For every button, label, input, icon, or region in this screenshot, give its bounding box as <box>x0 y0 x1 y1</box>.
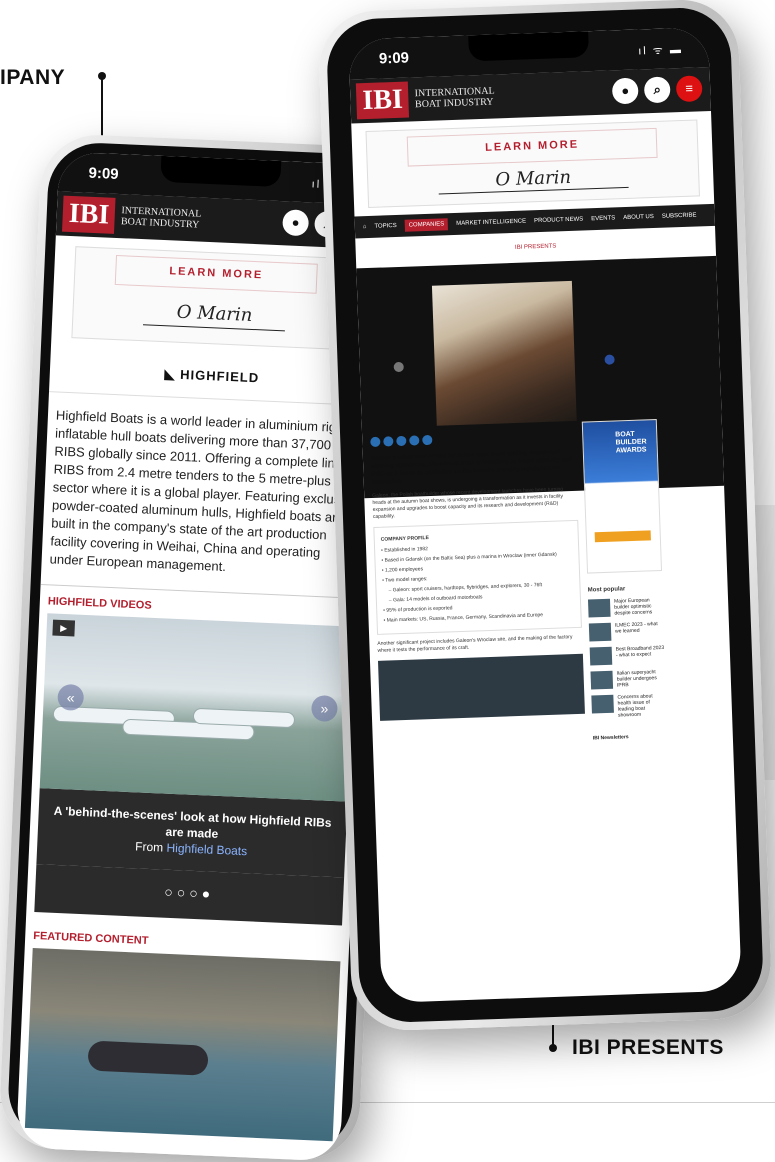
share-icons <box>370 430 575 448</box>
ibi-logo[interactable]: IBI <box>355 81 410 120</box>
nav-item-events[interactable]: EVENTS <box>591 215 615 222</box>
newsletter-label[interactable]: IBI Newsletters <box>593 733 668 741</box>
ibi-name-line2: BOAT INDUSTRY <box>120 216 200 231</box>
company-description: Highfield Boats is a world leader in alu… <box>40 392 373 600</box>
ibi-name: INTERNATIONAL BOAT INDUSTRY <box>121 205 202 230</box>
recent-item-title[interactable]: Concerns about health issue of leading b… <box>617 693 667 718</box>
recent-item-title[interactable]: Best Broadband 2023 - what to expect <box>616 645 665 659</box>
nav-item-product-news[interactable]: PRODUCT NEWS <box>534 216 583 224</box>
video-caption: A 'behind-the-scenes' look at how Highfi… <box>36 788 348 878</box>
article-body: Galeon, the Polish boatbuilder whose rec… <box>372 486 564 521</box>
awards-banner[interactable]: BOAT BUILDER AWARDS <box>581 419 663 574</box>
video-from-label: From <box>134 839 164 855</box>
recent-item-title[interactable]: Italian superyacht builder undergoes IPR… <box>616 669 666 688</box>
ad-brand: O Marin <box>176 301 253 326</box>
yacht-interior-image <box>431 280 577 426</box>
status-time: 9:09 <box>88 164 119 183</box>
next-arrow-icon[interactable]: » <box>310 694 339 723</box>
nav-item-subscribe[interactable]: SUBSCRIBE <box>662 213 697 220</box>
ibi-name-line2: BOAT INDUSTRY <box>414 96 494 111</box>
nav-item-topics[interactable]: TOPICS <box>374 223 396 230</box>
rib-boat-shape <box>87 1040 209 1076</box>
company-logo-text: HIGHFIELD <box>179 366 260 386</box>
article: Galeon's latest new-model launches have … <box>362 422 593 730</box>
signal-wifi-battery-icon: ıl ᯤ ▬ <box>638 43 684 58</box>
gallery-next-icon[interactable] <box>604 354 615 365</box>
awards-banner-button[interactable] <box>594 530 651 543</box>
company-profile-box: COMPANY PROFILE • Established in 1982 • … <box>373 519 582 635</box>
advert-banner[interactable]: LEARN MORE O Marin <box>365 119 700 208</box>
recent-item[interactable]: Concerns about health issue of leading b… <box>591 693 667 720</box>
right-phone-screen[interactable]: 9:09 ıl ᯤ ▬ IBI INTERNATIONAL BOAT INDUS… <box>348 27 742 1003</box>
callout-company-label: IPANY <box>0 66 66 89</box>
article-lead: Galeon's latest new-model launches have … <box>370 449 573 487</box>
recent-thumb <box>589 646 613 666</box>
right-phone: 9:09 ıl ᯤ ▬ IBI INTERNATIONAL BOAT INDUS… <box>317 0 773 1033</box>
notch <box>468 31 590 62</box>
recent-thumb <box>587 598 611 618</box>
recent-item[interactable]: Italian superyacht builder undergoes IPR… <box>590 669 666 690</box>
awards-banner-title: BOAT BUILDER AWARDS <box>615 430 647 455</box>
home-icon[interactable]: ⌂ <box>363 224 367 230</box>
recent-thumb <box>591 694 614 714</box>
highfield-logo-mark: ◣ <box>164 366 176 382</box>
recent-item[interactable]: Major European builder optimistic despit… <box>587 597 664 618</box>
user-icon[interactable]: ● <box>611 77 639 105</box>
recent-item-title[interactable]: ILMEC 2023 - what we learned <box>615 621 664 634</box>
play-icon[interactable]: ▶ <box>52 619 76 637</box>
recent-heading: Most popular <box>587 586 626 594</box>
nav-item-about-us[interactable]: ABOUT US <box>623 214 654 221</box>
share-icon[interactable] <box>370 436 381 448</box>
user-icon[interactable]: ● <box>282 209 310 237</box>
gallery-prev-icon[interactable] <box>393 361 404 373</box>
share-icon[interactable] <box>396 435 407 447</box>
search-icon[interactable]: ⌕ <box>643 76 671 104</box>
nav-item-companies[interactable]: COMPANIES <box>404 218 449 232</box>
recent-item[interactable]: ILMEC 2023 - what we learned <box>588 621 665 642</box>
advert-banner[interactable]: LEARN MORE O Marin <box>71 246 360 351</box>
recent-item-title[interactable]: Major European builder optimistic despit… <box>614 597 664 616</box>
video-source-link[interactable]: Highfield Boats <box>166 841 247 859</box>
notch <box>160 155 282 188</box>
ibi-logo[interactable]: IBI <box>62 195 116 234</box>
article-tail: Another significant project includes Gal… <box>377 634 573 654</box>
status-time: 9:09 <box>378 49 410 68</box>
callout-ibi-presents-label: IBI PRESENTS <box>572 1036 724 1059</box>
sidebar: BOAT BUILDER AWARDS Most popular Major E… <box>581 419 668 741</box>
share-icon[interactable] <box>422 434 433 446</box>
featured-image[interactable] <box>24 947 341 1142</box>
nav-item-market-intelligence[interactable]: MARKET INTELLIGENCE <box>456 218 526 226</box>
header-icons: ● ⌕ ≡ <box>611 75 703 105</box>
article-image[interactable] <box>377 653 585 721</box>
recent-item[interactable]: Best Broadband 2023 - what to expect <box>589 645 666 666</box>
share-icon[interactable] <box>409 435 420 446</box>
ibi-name: INTERNATIONAL BOAT INDUSTRY <box>414 86 495 111</box>
recent-thumb <box>590 670 614 690</box>
recent-thumb <box>588 622 612 642</box>
menu-icon[interactable]: ≡ <box>675 75 703 103</box>
share-icon[interactable] <box>383 436 394 447</box>
video-player[interactable]: ▶ « » <box>39 613 356 802</box>
